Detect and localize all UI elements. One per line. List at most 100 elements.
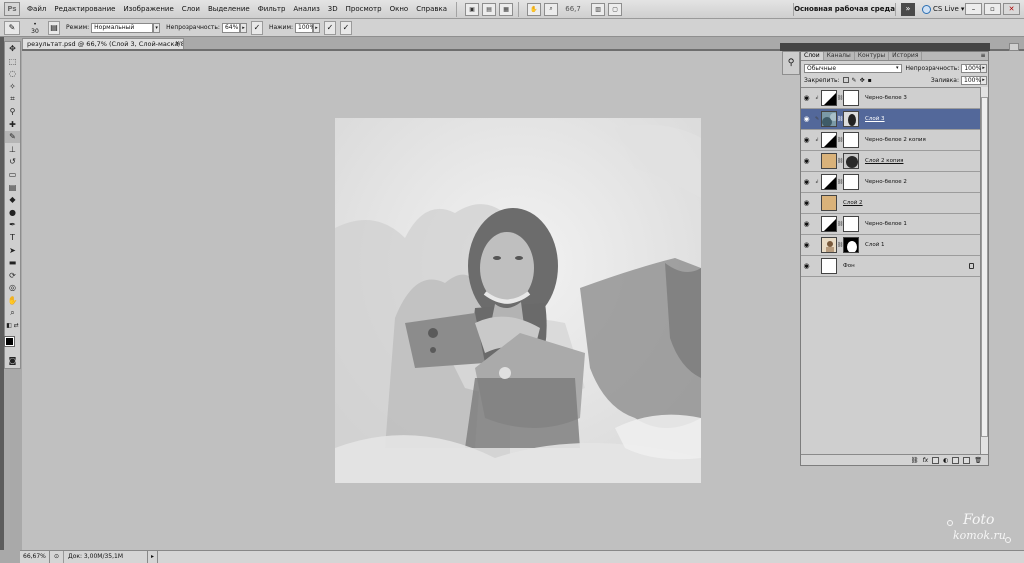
opacity-input[interactable]: 64% — [221, 22, 240, 33]
opacity-slider-arrow-icon[interactable]: ▸ — [239, 22, 247, 33]
add-mask-icon[interactable] — [932, 456, 940, 464]
crop-tool-icon[interactable]: ⌗ — [5, 93, 20, 105]
layer-mask-thumb[interactable] — [843, 216, 859, 232]
brush-panel-icon[interactable]: ▤ — [48, 20, 60, 35]
3d-orbit-tool-icon[interactable]: ◎ — [5, 282, 20, 294]
layer-name[interactable]: Слой 2 — [843, 200, 863, 206]
layer-mask-thumb[interactable] — [843, 132, 859, 148]
scrollbar-thumb[interactable] — [981, 97, 988, 437]
tab-history[interactable]: История — [889, 52, 923, 60]
healing-tool-icon[interactable]: ✚ — [5, 118, 20, 130]
layers-scrollbar[interactable] — [980, 87, 988, 454]
flow-input[interactable]: 100% — [295, 22, 315, 33]
dodge-tool-icon[interactable]: ● — [5, 206, 20, 218]
layer-mask-thumb[interactable] — [843, 237, 859, 253]
panel-dock[interactable]: ⚲ — [782, 51, 800, 75]
tab-channels[interactable]: Каналы — [824, 52, 855, 60]
panel-header-strip[interactable] — [780, 43, 990, 51]
gradient-tool-icon[interactable]: ▤ — [5, 181, 20, 193]
layer-row[interactable]: ◉ Фон — [801, 256, 980, 277]
tablet-opacity-icon[interactable]: ✓ — [250, 20, 263, 35]
shape-tool-icon[interactable]: ▬ — [5, 257, 20, 269]
menu-filter[interactable]: Фильтр — [254, 0, 290, 19]
link-layers-icon[interactable]: ⛓ — [911, 457, 919, 464]
menu-help[interactable]: Справка — [412, 0, 451, 19]
layer-mask-thumb[interactable] — [843, 90, 859, 106]
zoom-tool-icon[interactable]: ⌕ — [544, 2, 559, 16]
maximize-button[interactable]: ▫ — [984, 3, 1001, 15]
trash-icon[interactable]: 🗑 — [974, 457, 982, 464]
clone-stamp-tool-icon[interactable]: ⊥ — [5, 143, 20, 155]
document-tab[interactable]: результат.psd @ 66,7% (Слой 3, Слой-маск… — [22, 38, 184, 49]
layer-row[interactable]: ◉ ↲ ⛓ Черно-белое 3 — [801, 88, 980, 109]
panel-menu-icon[interactable]: ≡ — [978, 52, 988, 60]
pen-tool-icon[interactable]: ✒ — [5, 219, 20, 231]
layer-row[interactable]: ◉ Слой 2 — [801, 193, 980, 214]
eye-icon[interactable]: ◉ — [801, 241, 812, 249]
new-group-icon[interactable] — [952, 456, 960, 464]
tool-presets-icon[interactable]: ⚲ — [788, 58, 795, 68]
eye-icon[interactable]: ◉ — [801, 178, 812, 186]
brush-preset-icon[interactable]: ✎ — [4, 20, 20, 35]
quick-mask-icon[interactable]: ◙ — [5, 355, 20, 367]
hand-tool-icon[interactable]: ✋ — [5, 294, 20, 306]
adjustment-layer-icon[interactable]: ◐ — [943, 457, 948, 464]
brush-size-picker[interactable]: • 30 — [26, 21, 44, 35]
layer-opacity-arrow-icon[interactable]: ▸ — [981, 63, 987, 73]
workspace-more-icon[interactable]: » — [901, 3, 915, 16]
lasso-tool-icon[interactable]: ◌ — [5, 68, 20, 80]
layer-opacity-input[interactable]: 100% — [961, 63, 981, 73]
mode-select[interactable]: Нормальный — [91, 22, 154, 33]
blend-mode-select[interactable]: Обычные ▾ — [804, 63, 902, 73]
brush-tool-icon[interactable]: ✎ — [5, 130, 20, 143]
foreground-color-swatch[interactable] — [4, 336, 15, 347]
arrange-documents-icon[interactable]: ▥ — [591, 2, 606, 16]
close-button[interactable]: ✕ — [1003, 3, 1020, 15]
layer-style-icon[interactable]: fx — [922, 457, 928, 464]
eyedropper-tool-icon[interactable]: ⚲ — [5, 106, 20, 118]
lock-transparency-icon[interactable] — [842, 77, 849, 83]
eye-icon[interactable]: ◉ — [801, 199, 812, 207]
fill-input[interactable]: 100% — [961, 75, 981, 85]
layer-name[interactable]: Черно-белое 2 — [865, 179, 907, 185]
tab-layers[interactable]: Слои — [801, 52, 824, 60]
menu-file[interactable]: Файл — [23, 0, 50, 19]
view-extras-icon[interactable]: ▦ — [499, 2, 514, 16]
menu-edit[interactable]: Редактирование — [50, 0, 119, 19]
menu-layers[interactable]: Слои — [178, 0, 204, 19]
menu-select[interactable]: Выделение — [204, 0, 254, 19]
eye-icon[interactable]: ◉ — [801, 115, 812, 123]
mini-bridge-icon[interactable]: ▤ — [482, 2, 497, 16]
workspace-switcher[interactable]: Основная рабочая среда — [793, 3, 896, 16]
status-info-icon[interactable]: ⊙ — [50, 551, 64, 563]
zoom-tool-icon[interactable]: ⌕ — [5, 307, 20, 319]
layer-row[interactable]: ◉ ⛓ Слой 1 — [801, 235, 980, 256]
menu-3d[interactable]: 3D — [324, 0, 342, 19]
layer-mask-thumb[interactable] — [843, 111, 859, 127]
flow-slider-arrow-icon[interactable]: ▸ — [313, 22, 320, 33]
eye-icon[interactable]: ◉ — [801, 220, 812, 228]
status-menu-arrow-icon[interactable]: ▸ — [148, 551, 158, 563]
artwork-image[interactable] — [335, 118, 701, 483]
blur-tool-icon[interactable]: ◆ — [5, 194, 20, 206]
3d-rotate-tool-icon[interactable]: ⟳ — [5, 269, 20, 281]
minimize-button[interactable]: – — [965, 3, 982, 15]
layer-name[interactable]: Слой 2 копия — [865, 158, 903, 164]
layer-name[interactable]: Черно-белое 1 — [865, 221, 907, 227]
zoom-level[interactable]: 66,7 — [558, 5, 588, 13]
lock-position-icon[interactable]: ✥ — [860, 77, 865, 84]
hand-tool-icon[interactable]: ✋ — [527, 2, 542, 16]
tablet-size-icon[interactable]: ✓ — [340, 20, 352, 35]
menu-view[interactable]: Просмотр — [342, 0, 386, 19]
layer-name[interactable]: Черно-белое 2 копия — [865, 137, 926, 143]
layer-row-selected[interactable]: ◉ ✎ ⛓ Слой 3 — [801, 109, 980, 130]
lock-pixels-icon[interactable]: ✎ — [852, 77, 857, 84]
status-zoom[interactable]: 66,67% — [20, 551, 50, 563]
menu-window[interactable]: Окно — [386, 0, 413, 19]
layer-name[interactable]: Слой 3 — [865, 116, 885, 122]
layer-row[interactable]: ◉ ⛓ Слой 2 копия — [801, 151, 980, 172]
menu-analysis[interactable]: Анализ — [289, 0, 323, 19]
chevron-down-icon[interactable]: ▾ — [153, 22, 161, 33]
path-select-tool-icon[interactable]: ➤ — [5, 244, 20, 256]
eye-icon[interactable]: ◉ — [801, 94, 812, 102]
